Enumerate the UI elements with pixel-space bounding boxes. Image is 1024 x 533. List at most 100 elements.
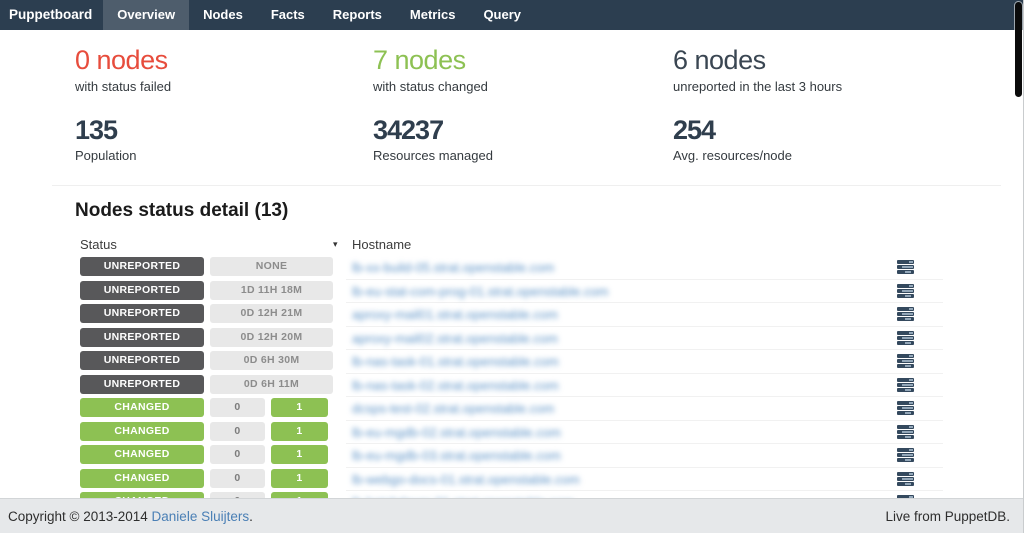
- stat-unreported-value: 6 nodes: [673, 46, 971, 76]
- main-content: 0 nodes with status failed 7 nodes with …: [0, 30, 1023, 498]
- sort-caret-icon[interactable]: ▾: [333, 239, 338, 250]
- table-row: UNREPORTED 0D 12H 21M aproxy-mail01.stra…: [0, 303, 943, 327]
- hostname-link[interactable]: lb-eu-stat-com-prog-01.strat.openstable.…: [352, 280, 609, 304]
- stat-population-value: 135: [75, 116, 373, 146]
- column-header-hostname[interactable]: Hostname: [352, 237, 411, 252]
- nav-item-reports[interactable]: Reports: [319, 0, 396, 30]
- navbar: Puppetboard OverviewNodesFactsReportsMet…: [0, 0, 1023, 30]
- skip-count-badge: 0: [210, 469, 265, 488]
- stat-failed-value: 0 nodes: [75, 46, 373, 76]
- nav-items: OverviewNodesFactsReportsMetricsQuery: [103, 0, 535, 30]
- copyright-prefix: Copyright © 2013-2014: [8, 509, 152, 524]
- status-badge: UNREPORTED: [80, 351, 204, 370]
- stat-avg-resources: 254 Avg. resources/node: [673, 116, 971, 164]
- puppetboard-page: Puppetboard OverviewNodesFactsReportsMet…: [0, 0, 1024, 533]
- table-header: Status ▾ Hostname: [0, 222, 1023, 256]
- hostname-link[interactable]: lb-eu-mgdb-02.strat.openstable.com: [352, 421, 561, 445]
- table-row: UNREPORTED 1D 11H 18M lb-eu-stat-com-pro…: [0, 280, 943, 304]
- stat-failed: 0 nodes with status failed: [75, 46, 373, 94]
- table-row: CHANGED 0 1 lb-eu-mgdb-02.strat.openstab…: [0, 421, 943, 445]
- nav-item-facts[interactable]: Facts: [257, 0, 319, 30]
- nav-item-query[interactable]: Query: [469, 0, 535, 30]
- hostname-link[interactable]: aproxy-mail01.strat.openstable.com: [352, 303, 558, 327]
- time-badge: 0D 12H 21M: [210, 304, 333, 323]
- table-row: UNREPORTED NONE lb-xx-build-05.strat.ope…: [0, 256, 943, 280]
- table-row: UNREPORTED 0D 6H 30M lb-nas-task-01.stra…: [0, 350, 943, 374]
- copyright-text: Copyright © 2013-2014 Daniele Sluijters.: [8, 509, 253, 524]
- hostname-link[interactable]: dcsps-test-02.strat.openstable.com: [352, 397, 554, 421]
- hostname-link[interactable]: lb-nas-task-02.strat.openstable.com: [352, 374, 559, 398]
- status-badge: UNREPORTED: [80, 328, 204, 347]
- time-badge: 0D 12H 20M: [210, 328, 333, 347]
- hostname-link[interactable]: lb-eu-mgdb-03.strat.openstable.com: [352, 444, 561, 468]
- footer: Copyright © 2013-2014 Daniele Sluijters.…: [0, 498, 1024, 533]
- stats-row-resources: 135 Population 34237 Resources managed 2…: [75, 116, 1023, 164]
- nav-item-overview[interactable]: Overview: [103, 0, 189, 30]
- stat-failed-label: with status failed: [75, 79, 373, 94]
- table-rows: UNREPORTED NONE lb-xx-build-05.strat.ope…: [0, 256, 1023, 498]
- status-badge: CHANGED: [80, 422, 204, 441]
- table-row: UNREPORTED 0D 12H 20M aproxy-mail02.stra…: [0, 327, 943, 351]
- stat-population: 135 Population: [75, 116, 373, 164]
- author-link[interactable]: Daniele Sluijters: [152, 509, 250, 524]
- stat-avg-resources-label: Avg. resources/node: [673, 148, 971, 163]
- hostname-link[interactable]: lb-nas-task-01.strat.openstable.com: [352, 350, 559, 374]
- change-count-badge: 1: [271, 398, 328, 417]
- tasks-icon[interactable]: [897, 353, 914, 369]
- brand-puppetboard[interactable]: Puppetboard: [0, 0, 103, 30]
- stat-changed-label: with status changed: [373, 79, 673, 94]
- tasks-icon[interactable]: [897, 471, 914, 487]
- tasks-icon[interactable]: [897, 447, 914, 463]
- status-badge: UNREPORTED: [80, 375, 204, 394]
- status-badge: CHANGED: [80, 445, 204, 464]
- status-badge: CHANGED: [80, 469, 204, 488]
- stat-resources-value: 34237: [373, 116, 673, 146]
- tasks-icon[interactable]: [897, 424, 914, 440]
- section-divider: [52, 185, 1001, 186]
- stat-resources: 34237 Resources managed: [373, 116, 673, 164]
- stat-changed-value: 7 nodes: [373, 46, 673, 76]
- stat-unreported: 6 nodes unreported in the last 3 hours: [673, 46, 971, 94]
- skip-count-badge: 0: [210, 398, 265, 417]
- tasks-icon[interactable]: [897, 377, 914, 393]
- stat-resources-label: Resources managed: [373, 148, 673, 163]
- stat-population-label: Population: [75, 148, 373, 163]
- tasks-icon[interactable]: [897, 306, 914, 322]
- hostname-link[interactable]: lb-xx-build-05.strat.openstable.com: [352, 256, 554, 280]
- table-row: CHANGED 0 1 lb-batchdexer-01.strat.opens…: [0, 491, 943, 498]
- stats-panel: 0 nodes with status failed 7 nodes with …: [0, 30, 1023, 163]
- time-badge: 1D 11H 18M: [210, 281, 333, 300]
- hostname-link[interactable]: lb-webgo-docs-01.strat.openstable.com: [352, 468, 580, 492]
- vertical-scrollbar-thumb[interactable]: [1015, 2, 1022, 97]
- nav-item-nodes[interactable]: Nodes: [189, 0, 257, 30]
- nav-item-metrics[interactable]: Metrics: [396, 0, 470, 30]
- stats-row-status: 0 nodes with status failed 7 nodes with …: [75, 46, 1023, 94]
- tasks-icon[interactable]: [897, 283, 914, 299]
- skip-count-badge: 0: [210, 445, 265, 464]
- change-count-badge: 1: [271, 445, 328, 464]
- change-count-badge: 1: [271, 422, 328, 441]
- tasks-icon[interactable]: [897, 330, 914, 346]
- table-row: CHANGED 0 1 dcsps-test-02.strat.openstab…: [0, 397, 943, 421]
- tasks-icon[interactable]: [897, 400, 914, 416]
- tasks-icon[interactable]: [897, 259, 914, 275]
- hostname-link[interactable]: aproxy-mail02.strat.openstable.com: [352, 327, 558, 351]
- skip-count-badge: 0: [210, 422, 265, 441]
- table-row: UNREPORTED 0D 6H 11M lb-nas-task-02.stra…: [0, 374, 943, 398]
- stat-changed: 7 nodes with status changed: [373, 46, 673, 94]
- change-count-badge: 1: [271, 469, 328, 488]
- column-header-status[interactable]: Status: [80, 237, 117, 252]
- stat-avg-resources-value: 254: [673, 116, 971, 146]
- nodes-status-detail-title: Nodes status detail (13): [75, 200, 1023, 222]
- status-badge: UNREPORTED: [80, 304, 204, 323]
- hostname-link[interactable]: lb-batchdexer-01.strat.openstable.com: [352, 491, 574, 498]
- table-row: CHANGED 0 1 lb-eu-mgdb-03.strat.openstab…: [0, 444, 943, 468]
- time-badge: 0D 6H 30M: [210, 351, 333, 370]
- status-badge: UNREPORTED: [80, 281, 204, 300]
- live-from-puppetdb-text: Live from PuppetDB.: [885, 509, 1010, 524]
- stat-unreported-label: unreported in the last 3 hours: [673, 79, 971, 94]
- table-row: CHANGED 0 1 lb-webgo-docs-01.strat.opens…: [0, 468, 943, 492]
- status-badge: CHANGED: [80, 398, 204, 417]
- time-badge: NONE: [210, 257, 333, 276]
- status-badge: UNREPORTED: [80, 257, 204, 276]
